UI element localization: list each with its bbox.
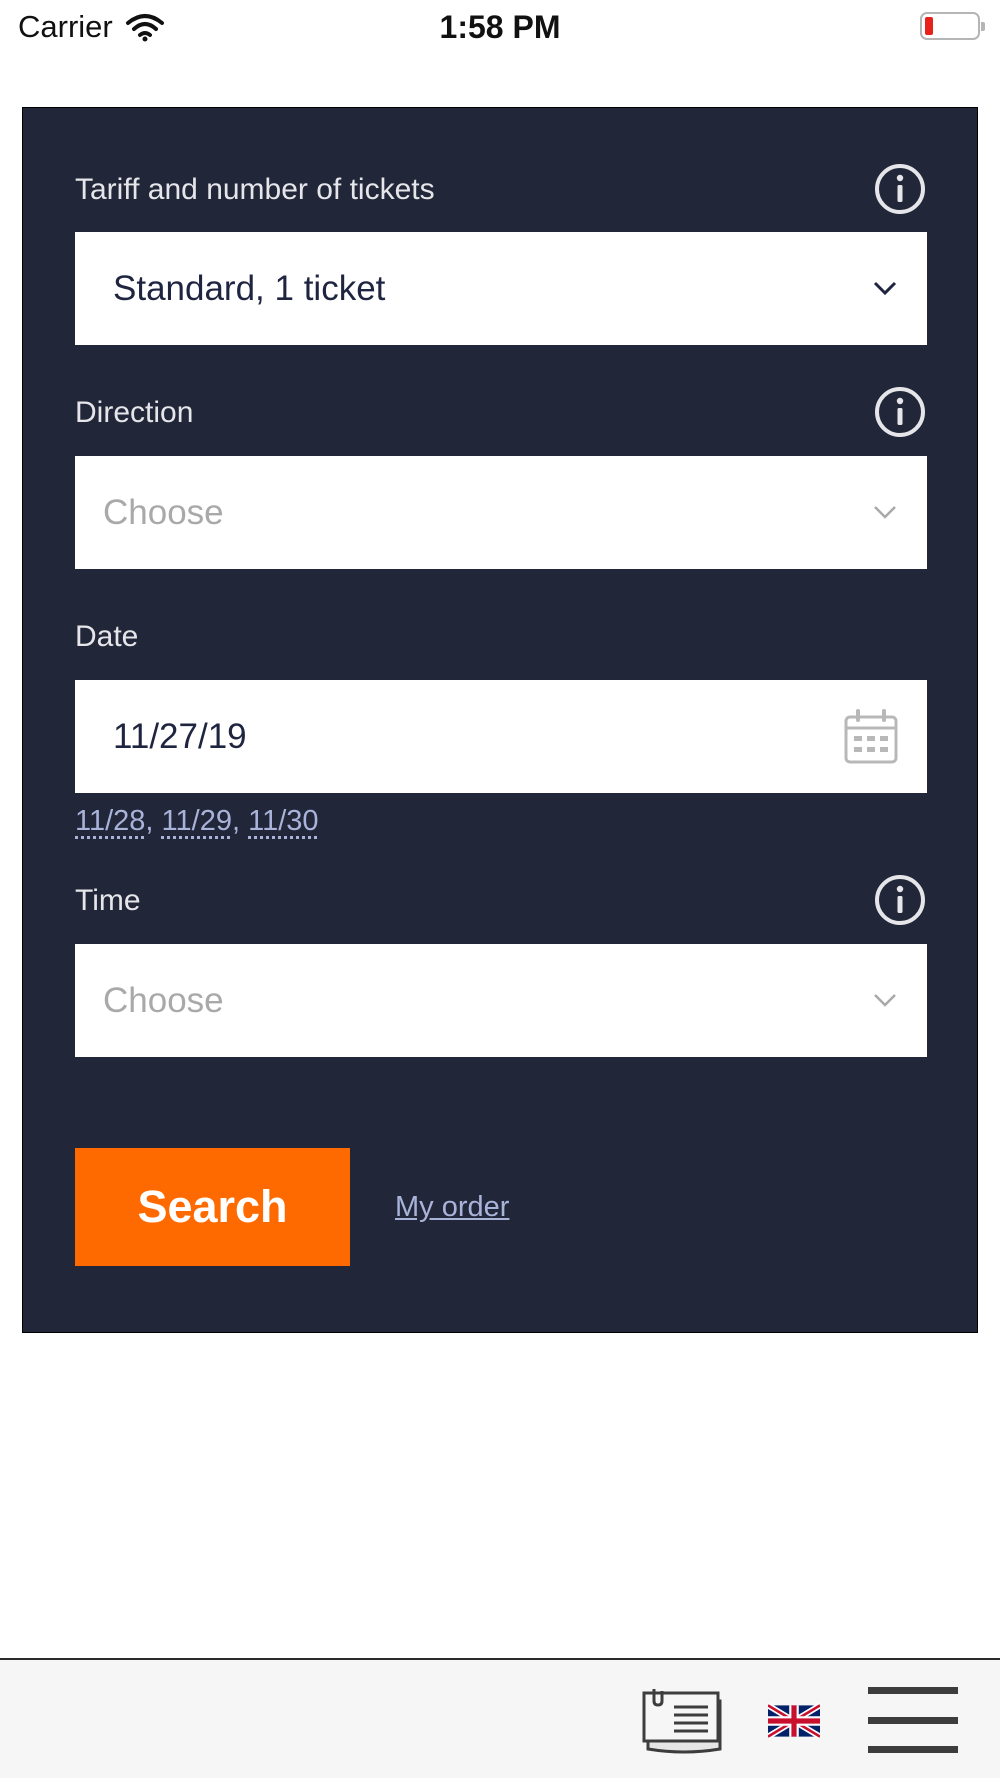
- direction-placeholder: Choose: [103, 492, 224, 532]
- date-value: 11/27/19: [113, 716, 247, 756]
- status-bar: Carrier 1:58 PM: [0, 0, 1000, 56]
- time-select[interactable]: Choose: [75, 944, 927, 1057]
- chevron-down-icon: [874, 994, 896, 1007]
- chevron-down-icon: [874, 506, 896, 519]
- menu-bar: [868, 1687, 958, 1694]
- status-time: 1:58 PM: [439, 9, 561, 45]
- direction-select[interactable]: Choose: [75, 456, 927, 569]
- battery-level: [925, 17, 933, 35]
- direction-label: Direction: [75, 396, 194, 429]
- battery-icon: [920, 12, 985, 40]
- booking-form-panel: Tariff and number of tickets Standard, 1…: [22, 107, 978, 1333]
- search-button[interactable]: Search: [75, 1148, 350, 1266]
- date-input[interactable]: 11/27/19: [75, 680, 927, 793]
- quick-dates: 11/28, 11/29, 11/30: [75, 805, 319, 837]
- calendar-icon[interactable]: [843, 707, 899, 765]
- hamburger-menu-icon[interactable]: [868, 1687, 958, 1753]
- tariff-value: Standard, 1 ticket: [113, 268, 386, 308]
- time-label: Time: [75, 884, 141, 917]
- quick-date-link[interactable]: 11/28: [75, 805, 145, 837]
- tariff-label: Tariff and number of tickets: [75, 173, 435, 206]
- time-info-icon[interactable]: [874, 874, 926, 926]
- chevron-down-icon: [873, 281, 897, 296]
- menu-bar: [868, 1716, 958, 1724]
- date-label: Date: [75, 620, 139, 653]
- bottom-toolbar: [0, 1658, 1000, 1778]
- direction-info-icon[interactable]: [874, 386, 926, 438]
- battery-nub: [981, 22, 985, 31]
- tariff-select[interactable]: Standard, 1 ticket: [75, 232, 927, 345]
- time-placeholder: Choose: [103, 980, 224, 1020]
- uk-flag-icon[interactable]: [768, 1703, 820, 1739]
- quick-date-link[interactable]: 11/29: [162, 805, 232, 837]
- ticket-icon[interactable]: [640, 1685, 726, 1755]
- quick-date-link[interactable]: 11/30: [248, 805, 318, 837]
- menu-bar: [868, 1746, 958, 1753]
- my-order-link[interactable]: My order: [395, 1191, 509, 1224]
- tariff-info-icon[interactable]: [874, 163, 926, 215]
